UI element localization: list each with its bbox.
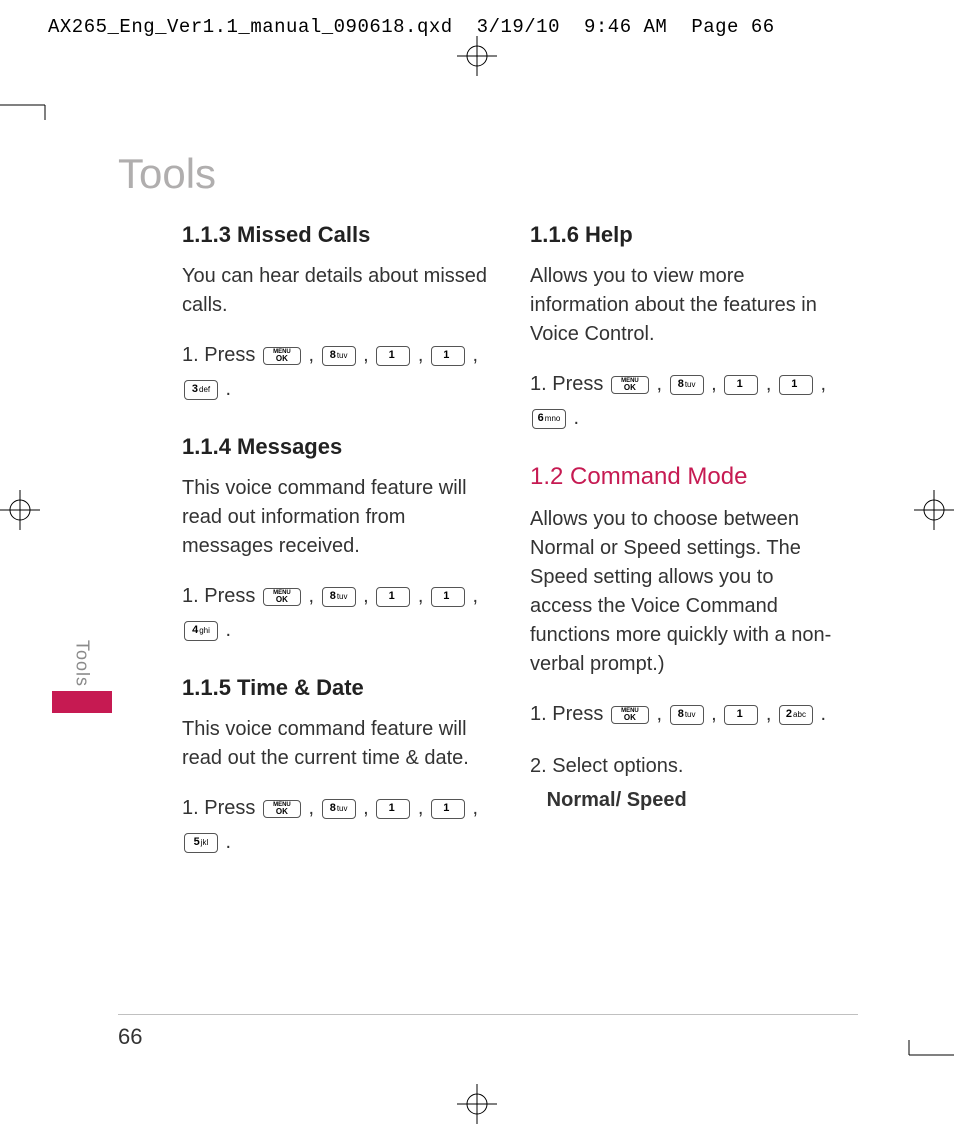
- slug-time: 9:46 AM: [584, 16, 667, 38]
- key-6-icon: 6mno: [532, 409, 566, 429]
- key-ok-icon: MENUOK: [263, 800, 301, 818]
- key-8-icon: 8tuv: [670, 705, 704, 725]
- step-1-1-3: 1. Press MENUOK , 8tuv , 1 , 1 , 3def .: [182, 338, 492, 406]
- registration-mark-bottom: [457, 1084, 497, 1129]
- page-number: 66: [118, 1024, 142, 1050]
- step-prefix: 1. Press: [182, 344, 261, 366]
- key-3-icon: 3def: [184, 380, 218, 400]
- key-ok-icon: MENUOK: [611, 376, 649, 394]
- heading-1-1-6: 1.1.6 Help: [530, 222, 840, 248]
- key-1-icon: 1: [376, 587, 410, 607]
- side-tab-bar: [52, 691, 112, 713]
- step-prefix: 1. Press: [182, 797, 261, 819]
- key-8-icon: 8tuv: [322, 346, 356, 366]
- key-ok-icon: MENUOK: [263, 588, 301, 606]
- key-1-icon: 1: [431, 799, 465, 819]
- heading-1-1-5: 1.1.5 Time & Date: [182, 675, 492, 701]
- key-4-icon: 4ghi: [184, 621, 218, 641]
- slug-file: AX265_Eng_Ver1.1_manual_090618.qxd: [48, 16, 453, 38]
- body-1-2: Allows you to choose between Normal or S…: [530, 505, 840, 679]
- body-1-1-3: You can hear details about missed calls.: [182, 262, 492, 320]
- page-title: Tools: [118, 150, 216, 198]
- step-1-1-6: 1. Press MENUOK , 8tuv , 1 , 1 , 6mno .: [530, 367, 840, 435]
- key-8-icon: 8tuv: [322, 799, 356, 819]
- right-column: 1.1.6 Help Allows you to view more infor…: [530, 222, 840, 877]
- footer-rule: [118, 1014, 858, 1015]
- key-ok-icon: MENUOK: [611, 706, 649, 724]
- step-prefix: 1. Press: [182, 585, 261, 607]
- left-column: 1.1.3 Missed Calls You can hear details …: [182, 222, 492, 877]
- step-1-1-4: 1. Press MENUOK , 8tuv , 1 , 1 , 4ghi .: [182, 579, 492, 647]
- body-1-1-5: This voice command feature will read out…: [182, 715, 492, 773]
- key-2-icon: 2abc: [779, 705, 813, 725]
- key-1-icon: 1: [724, 705, 758, 725]
- step2-text: 2. Select options.: [530, 755, 683, 777]
- key-1-icon: 1: [724, 375, 758, 395]
- key-1-icon: 1: [376, 799, 410, 819]
- crop-mark-top-left: [0, 90, 60, 125]
- registration-mark-top: [457, 36, 497, 81]
- body-1-1-6: Allows you to view more information abou…: [530, 262, 840, 349]
- side-tab: Tools: [68, 640, 96, 713]
- key-1-icon: 1: [431, 587, 465, 607]
- step2-options: Normal/ Speed: [547, 789, 687, 811]
- key-5-icon: 5jkl: [184, 833, 218, 853]
- content-columns: 1.1.3 Missed Calls You can hear details …: [182, 222, 840, 877]
- registration-mark-left: [0, 490, 40, 535]
- print-slug: AX265_Eng_Ver1.1_manual_090618.qxd 3/19/…: [48, 16, 906, 38]
- heading-1-2: 1.2 Command Mode: [530, 463, 840, 491]
- body-1-1-4: This voice command feature will read out…: [182, 474, 492, 561]
- step-prefix: 1. Press: [530, 373, 609, 395]
- step-1-1-5: 1. Press MENUOK , 8tuv , 1 , 1 , 5jkl .: [182, 791, 492, 859]
- key-8-icon: 8tuv: [322, 587, 356, 607]
- crop-mark-bottom-right: [894, 1040, 954, 1075]
- side-tab-label: Tools: [72, 640, 93, 687]
- key-8-icon: 8tuv: [670, 375, 704, 395]
- key-1-icon: 1: [376, 346, 410, 366]
- key-1-icon: 1: [431, 346, 465, 366]
- key-1-icon: 1: [779, 375, 813, 395]
- heading-1-1-4: 1.1.4 Messages: [182, 434, 492, 460]
- step-1-2-2: 2. Select options. Normal/ Speed: [530, 749, 840, 817]
- slug-date: 3/19/10: [477, 16, 560, 38]
- step-1-2-1: 1. Press MENUOK , 8tuv , 1 , 2abc .: [530, 697, 840, 731]
- registration-mark-right: [914, 490, 954, 535]
- heading-1-1-3: 1.1.3 Missed Calls: [182, 222, 492, 248]
- key-ok-icon: MENUOK: [263, 347, 301, 365]
- slug-page: Page 66: [691, 16, 774, 38]
- step-prefix: 1. Press: [530, 703, 609, 725]
